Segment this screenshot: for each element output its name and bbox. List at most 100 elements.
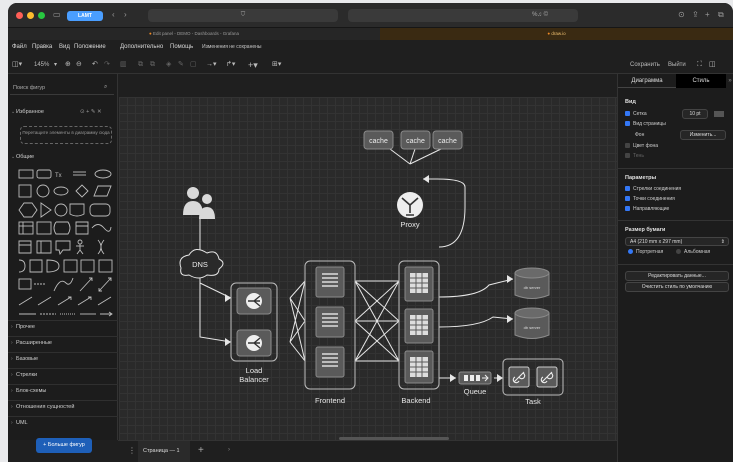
format-panel-icon[interactable]: ◫ bbox=[709, 61, 716, 69]
clear-default-style-button[interactable]: Очистить стиль по умолчанию bbox=[625, 282, 729, 292]
zoom-dropdown-icon[interactable]: ▾ bbox=[54, 61, 57, 69]
proxy-node[interactable]: Proxy bbox=[397, 192, 423, 229]
diagram-canvas[interactable]: cache cache cache Proxy DNS Load Balance… bbox=[119, 97, 617, 440]
dns-node[interactable]: DNS bbox=[179, 249, 224, 279]
redo-icon[interactable]: ↷ bbox=[104, 61, 110, 69]
zoom-in-icon[interactable]: ⊕ bbox=[65, 61, 71, 69]
menu-arrange[interactable]: Положение bbox=[74, 44, 106, 50]
menu-edit[interactable]: Правка bbox=[32, 44, 52, 50]
download-icon[interactable]: ⊙ bbox=[678, 11, 685, 19]
tab-grafana[interactable]: ● Edit panel - DEMO - Dashboards - Grafa… bbox=[8, 28, 380, 40]
shadow-label: Тень bbox=[633, 153, 644, 159]
section-uml[interactable]: › UML bbox=[8, 416, 118, 428]
pages-menu-icon[interactable]: ⋮ bbox=[128, 446, 136, 455]
connection-points-checkbox[interactable]: Точки соединения bbox=[625, 196, 675, 202]
tabs-overview-icon[interactable]: ⧉ bbox=[718, 11, 724, 19]
db-server[interactable]: db server bbox=[514, 307, 550, 339]
undo-icon[interactable]: ↶ bbox=[92, 61, 98, 69]
close-panel-icon[interactable]: » bbox=[726, 74, 733, 88]
section-misc[interactable]: › Прочее bbox=[8, 320, 118, 332]
queue-node[interactable]: Queue bbox=[458, 371, 492, 396]
unsaved-notice[interactable]: Изменения не сохранены bbox=[202, 44, 261, 50]
to-back-icon[interactable]: ⧉ bbox=[150, 61, 155, 69]
grid-color-swatch[interactable] bbox=[714, 111, 724, 117]
favorites-drop-zone[interactable]: Перетащите элементы в диаграмму сюда bbox=[20, 126, 112, 144]
section-general[interactable]: ⌄ Общие bbox=[8, 151, 118, 163]
section-favorites[interactable]: ⌄ Избранное ⊙ + ✎ ✕ bbox=[8, 106, 118, 118]
close-window-button[interactable] bbox=[16, 12, 23, 19]
app-window: ▭ LAMT ‹ › ⛉ %♫ © ⊙ ⇪ + ⧉ ● Edit panel -… bbox=[8, 3, 733, 462]
shape-search-input[interactable]: Поиск фигур bbox=[10, 82, 114, 95]
paper-size-select[interactable]: A4 (210 mm x 297 mm) ⇕ bbox=[625, 237, 729, 246]
change-background-button[interactable]: Изменить... bbox=[680, 130, 726, 140]
add-page-icon[interactable]: + bbox=[198, 445, 204, 456]
menu-file[interactable]: Файл bbox=[12, 44, 27, 50]
share-icon[interactable]: ⇪ bbox=[692, 11, 699, 19]
address-bar-right[interactable]: %♫ © bbox=[348, 9, 578, 22]
option-label: Точки соединения bbox=[633, 196, 675, 202]
grid-size-input[interactable]: 10 pt bbox=[682, 109, 708, 119]
menu-view[interactable]: Вид bbox=[59, 44, 70, 50]
menu-extras[interactable]: Дополнительно bbox=[120, 44, 163, 50]
db-server[interactable]: db server bbox=[514, 267, 550, 299]
new-tab-icon[interactable]: + bbox=[705, 11, 710, 19]
fullscreen-icon[interactable]: ⛶ bbox=[697, 61, 702, 69]
cache-nodes[interactable]: cache cache cache bbox=[363, 130, 463, 150]
edit-data-button[interactable]: Редактировать данные... bbox=[625, 271, 729, 281]
table-icon[interactable]: ⊞▾ bbox=[272, 61, 281, 69]
exit-button[interactable]: Выйти bbox=[668, 61, 686, 69]
tab-style[interactable]: Стиль bbox=[676, 74, 726, 88]
connection-arrows-checkbox[interactable]: Стрелки соединения bbox=[625, 186, 681, 192]
users-icon[interactable] bbox=[183, 187, 215, 219]
zoom-level[interactable]: 145% bbox=[34, 61, 49, 69]
guides-checkbox[interactable]: Направляющие bbox=[625, 206, 669, 212]
zoom-out-icon[interactable]: ⊖ bbox=[76, 61, 82, 69]
maximize-window-button[interactable] bbox=[38, 12, 45, 19]
back-icon[interactable]: ‹ bbox=[112, 11, 115, 19]
frontend-group[interactable]: Frontend bbox=[304, 260, 356, 405]
general-shapes-palette[interactable]: Tx bbox=[18, 167, 114, 317]
fill-color-icon[interactable]: ◈ bbox=[166, 61, 171, 69]
shadow-icon[interactable]: ▢ bbox=[190, 61, 197, 69]
section-flowchart[interactable]: › Блок-схемы bbox=[8, 384, 118, 396]
backend-group[interactable]: Backend bbox=[398, 260, 440, 405]
tab-diagram[interactable]: Диаграмма bbox=[618, 74, 676, 88]
menu-help[interactable]: Помощь bbox=[170, 44, 193, 50]
landscape-radio[interactable]: Альбомная bbox=[676, 249, 710, 255]
bg-color-checkbox[interactable]: Цвет фона bbox=[625, 143, 658, 149]
grid-checkbox[interactable]: Сетка bbox=[625, 111, 647, 117]
forward-icon[interactable]: › bbox=[124, 11, 127, 19]
chevron-right-icon[interactable]: › bbox=[228, 447, 230, 453]
section-advanced[interactable]: › Расширенные bbox=[8, 336, 118, 348]
chevron-right-icon: › bbox=[11, 340, 13, 346]
search-icon[interactable]: ⌕ bbox=[104, 84, 107, 91]
tab-drawio[interactable]: ● draw.io bbox=[380, 28, 733, 40]
sidebar-toggle-icon[interactable]: ▭ bbox=[53, 11, 61, 19]
panels-icon[interactable]: ◫▾ bbox=[12, 61, 22, 69]
favorites-actions-icon[interactable]: ⊙ + ✎ ✕ bbox=[80, 106, 102, 118]
section-label: Базовые bbox=[16, 356, 39, 362]
delete-icon[interactable]: ▥ bbox=[120, 61, 127, 69]
page-tab[interactable]: Страница — 1 bbox=[138, 441, 190, 462]
svg-text:Tx: Tx bbox=[55, 173, 62, 179]
minimize-window-button[interactable] bbox=[27, 12, 34, 19]
to-front-icon[interactable]: ⧉ bbox=[138, 61, 143, 69]
task-group[interactable]: Task bbox=[502, 358, 564, 406]
db-servers[interactable]: db server db server bbox=[514, 267, 550, 339]
page-view-checkbox[interactable]: Вид страницы bbox=[625, 121, 666, 127]
tab-group-pill[interactable]: LAMT bbox=[67, 11, 103, 21]
more-shapes-button[interactable]: + Больше фигур bbox=[36, 438, 92, 453]
line-color-icon[interactable]: ✎ bbox=[178, 61, 184, 69]
section-arrows[interactable]: › Стрелки bbox=[8, 368, 118, 380]
portrait-radio[interactable]: Портретная bbox=[628, 249, 663, 255]
chevron-right-icon: › bbox=[11, 404, 13, 410]
insert-icon[interactable]: +▾ bbox=[248, 61, 258, 70]
waypoints-icon[interactable]: ↱▾ bbox=[226, 61, 235, 69]
section-entity-relation[interactable]: › Отношения сущностей bbox=[8, 400, 118, 412]
save-button[interactable]: Сохранить bbox=[630, 61, 660, 69]
load-balancer-group[interactable]: Load Balancer bbox=[230, 282, 278, 384]
shadow-checkbox[interactable]: Тень bbox=[625, 153, 644, 159]
connection-icon[interactable]: →▾ bbox=[206, 61, 217, 69]
address-bar[interactable]: ⛉ bbox=[148, 9, 338, 22]
section-basic[interactable]: › Базовые bbox=[8, 352, 118, 364]
